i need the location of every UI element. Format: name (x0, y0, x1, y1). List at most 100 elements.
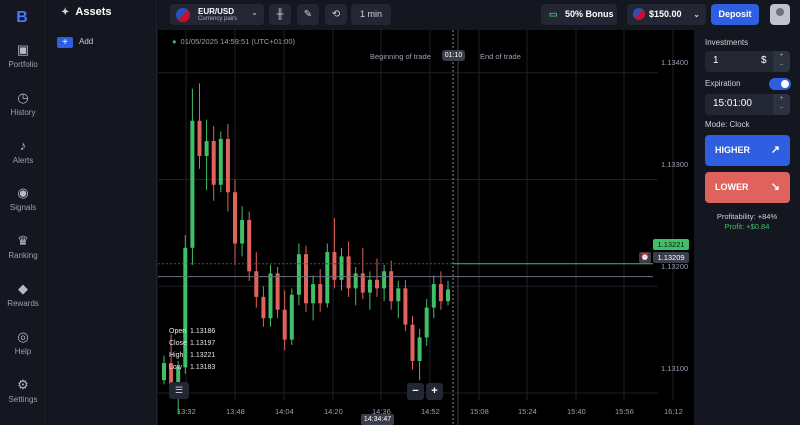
current-price-tag: 1.13221 (653, 239, 689, 250)
investment-stepper[interactable]: + − (773, 51, 790, 72)
signal-icon: ◉ (17, 185, 29, 200)
nav-rewards[interactable]: ◆ Rewards (0, 279, 46, 319)
candle-body (446, 289, 450, 302)
ohlc-value: 1.13197 (190, 340, 216, 347)
bell-icon: ♪ (19, 138, 27, 153)
nav-signals[interactable]: ◉ Signals (0, 183, 46, 223)
expiration-input[interactable]: 15:01:00 + − (705, 94, 790, 115)
decrease-button[interactable]: − (773, 61, 790, 71)
nav-settings[interactable]: ⚙ Settings (0, 375, 46, 415)
candle-body (353, 273, 358, 289)
zoom-in-button[interactable]: + (426, 383, 443, 400)
nav-label: Alerts (12, 156, 34, 165)
ohlc-value: 1.13221 (190, 352, 216, 359)
crosshair-time-label: 14:34:47 (361, 414, 394, 425)
chart-area[interactable]: ● 01/05/2025 14:59:51 (UTC+01:00) Beginni… (158, 30, 694, 425)
candle-body (431, 284, 436, 308)
nav-label: Signals (9, 203, 37, 212)
candle-body (304, 254, 308, 304)
ohlc-close: Close 1.13197 (169, 340, 229, 347)
candle-body (275, 273, 280, 310)
trade-panel: Investments 1 $ + − Expiration 15:01:00 … (694, 30, 800, 425)
ohlc-key: Low (169, 364, 182, 371)
gear-icon: ⚙ (17, 377, 29, 392)
sparkle-icon: ✦ (61, 7, 70, 18)
timeframe-button[interactable]: 1 min (351, 4, 391, 25)
indicators-button[interactable]: ⟲ (325, 4, 347, 25)
candle-body (311, 284, 316, 304)
mode-label: Mode: Clock (705, 120, 750, 129)
ohlc-key: High (169, 352, 184, 359)
pair-category: Currency pairs (198, 16, 238, 22)
candle-body (282, 309, 287, 340)
pen-icon: ✎ (303, 9, 313, 20)
lower-label: LOWER (715, 182, 749, 192)
asset-selector[interactable]: EUR/USD Currency pairs ⌄ (170, 4, 264, 25)
currency-symbol: $ (761, 55, 767, 66)
sliders-icon: ☰ (174, 385, 184, 395)
diamond-icon: ◆ (18, 281, 28, 296)
candle-body (325, 252, 330, 304)
nav-label: Help (14, 347, 32, 356)
trophy-icon: ♛ (17, 233, 29, 248)
briefcase-icon: ▣ (16, 42, 30, 57)
candle-body (218, 138, 223, 185)
investment-value[interactable]: 1 (713, 55, 719, 66)
expiration-value[interactable]: 15:01:00 (713, 98, 752, 109)
ohlc-low: Low 1.13183 (169, 364, 229, 371)
candle-body (268, 273, 273, 319)
chart-settings-button[interactable]: ☰ (169, 382, 189, 399)
alarm-clock-icon[interactable]: ⏰ (639, 252, 651, 263)
nav-alerts[interactable]: ♪ Alerts (0, 136, 46, 176)
candle-body (204, 141, 209, 156)
open-price-tag: 1.13209 (653, 252, 689, 263)
balance-selector[interactable]: $150.00 ⌄ (627, 4, 706, 25)
increase-button[interactable]: + (773, 94, 790, 104)
y-tick-label: 1.13300 (661, 160, 689, 169)
end-of-trade-label: End of trade (480, 52, 521, 61)
ohlc-value: 1.13186 (190, 328, 216, 335)
ohlc-value: 1.13183 (190, 364, 216, 371)
candle-body (367, 279, 372, 293)
indicators-icon: ⟲ (331, 9, 341, 20)
nav-history[interactable]: ◷ History (0, 88, 46, 128)
expiration-stepper[interactable]: + − (773, 94, 790, 115)
beginning-of-trade-label: Beginning of trade (370, 52, 431, 61)
chevron-down-icon: ⌄ (693, 10, 700, 19)
increase-button[interactable]: + (773, 51, 790, 61)
deposit-button[interactable]: Deposit (711, 4, 759, 25)
higher-button[interactable]: HIGHER ↗ (705, 135, 790, 166)
datetime-text: 01/05/2025 14:59:51 (UTC+01:00) (180, 37, 295, 46)
candle-body (346, 256, 351, 289)
ohlc-high: High 1.13221 (169, 352, 229, 359)
nav-ranking[interactable]: ♛ Ranking (0, 231, 46, 271)
profitability-text: Profitability: +84% (716, 212, 778, 221)
avatar[interactable] (770, 4, 790, 25)
nav-help[interactable]: ◎ Help (0, 327, 46, 367)
logo-icon[interactable]: B (12, 8, 32, 28)
drawing-tools-button[interactable]: ✎ (297, 4, 319, 25)
candle-body (254, 271, 259, 297)
chart-type-button[interactable]: ╫ (269, 4, 291, 25)
add-asset-label[interactable]: Add (79, 37, 93, 46)
x-tick-label: 16:12 (664, 407, 683, 416)
bonus-button[interactable]: ▭ 50% Bonus (541, 4, 617, 25)
expiration-mode-toggle[interactable] (769, 78, 791, 90)
zoom-out-button[interactable]: − (407, 383, 424, 400)
add-asset-button[interactable]: + (57, 37, 73, 48)
assets-title: Assets (75, 6, 112, 18)
balance-value: $150.00 (649, 9, 682, 19)
lower-button[interactable]: LOWER ↘ (705, 172, 790, 203)
candle-body (183, 247, 188, 368)
candle-body (296, 254, 301, 295)
candle-body (410, 324, 415, 361)
x-tick-label: 14:04 (275, 407, 294, 416)
nav-portfolio[interactable]: ▣ Portfolio (0, 40, 46, 80)
assets-header: ✦ Assets (61, 6, 111, 18)
decrease-button[interactable]: − (773, 104, 790, 114)
ohlc-key: Open (169, 328, 187, 335)
profit-text: Profit: +$0.84 (724, 222, 770, 231)
investment-input[interactable]: 1 $ + − (705, 51, 790, 72)
candle-body (240, 220, 245, 244)
candlestick-chart[interactable] (158, 30, 694, 425)
